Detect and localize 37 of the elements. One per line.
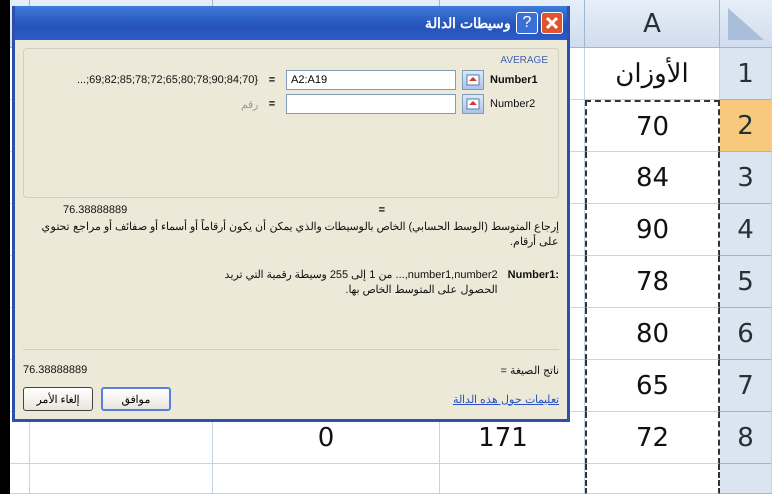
range-button[interactable]: [462, 70, 484, 90]
row-header[interactable]: 4: [720, 204, 772, 256]
function-description: إرجاع المتوسط (الوسط الحسابي) الخاص بالوسيطات والذي يمكن أن يكون أرقاماً أو أسماء أو صفائف أو مراجع تحتوي على أرقام.: [40, 220, 559, 250]
argument-label: Number1: [490, 74, 539, 86]
dialog-button[interactable]: موافق: [101, 387, 171, 411]
range-button[interactable]: [462, 94, 484, 114]
row-header[interactable]: 2: [720, 100, 772, 152]
row-header[interactable]: 5: [720, 256, 772, 308]
row-header[interactable]: 8: [720, 412, 772, 464]
row-header[interactable]: 3: [720, 152, 772, 204]
row-header[interactable]: 1: [720, 48, 772, 100]
row-header[interactable]: 6: [720, 308, 772, 360]
equals-sign: =: [378, 204, 385, 216]
argument-description: number1,number2,... من 1 إلى 255 وسيطة رقمية التي تريد الحصول على المتوسط الخاص بها.: [224, 268, 498, 298]
equals-sign: =: [268, 74, 276, 86]
window-title: وسيطات الدالة: [425, 15, 511, 31]
help-link[interactable]: تعليمات حول هذه الدالة: [452, 392, 559, 406]
collapse-icon: [466, 74, 480, 86]
formula-result-label: ناتج الصيغة =: [500, 364, 559, 377]
dialog-button[interactable]: إلغاء الأمر: [23, 387, 93, 411]
equals-sign: =: [268, 98, 276, 110]
close-button[interactable]: [541, 12, 563, 34]
argument-result: ...;69;82;85;78;72;65;80;78;90;84;70}: [76, 74, 258, 86]
argument-field[interactable]: A2:A19: [286, 70, 456, 90]
help-button[interactable]: ?: [516, 12, 538, 34]
table-cell: [10, 464, 30, 494]
result-value: 76.38888889: [63, 204, 128, 216]
close-icon: [545, 16, 559, 30]
argument-result: رقم: [240, 98, 258, 110]
column-header[interactable]: A: [585, 0, 720, 48]
function-name: AVERAGE: [500, 55, 548, 66]
argument-label: Number2: [490, 98, 536, 110]
collapse-icon: [466, 98, 480, 110]
row-header[interactable]: 7: [720, 360, 772, 412]
argument-field[interactable]: [286, 94, 456, 114]
formula-result: 76.38888889: [23, 364, 88, 377]
argument-name: Number1:: [508, 268, 559, 283]
